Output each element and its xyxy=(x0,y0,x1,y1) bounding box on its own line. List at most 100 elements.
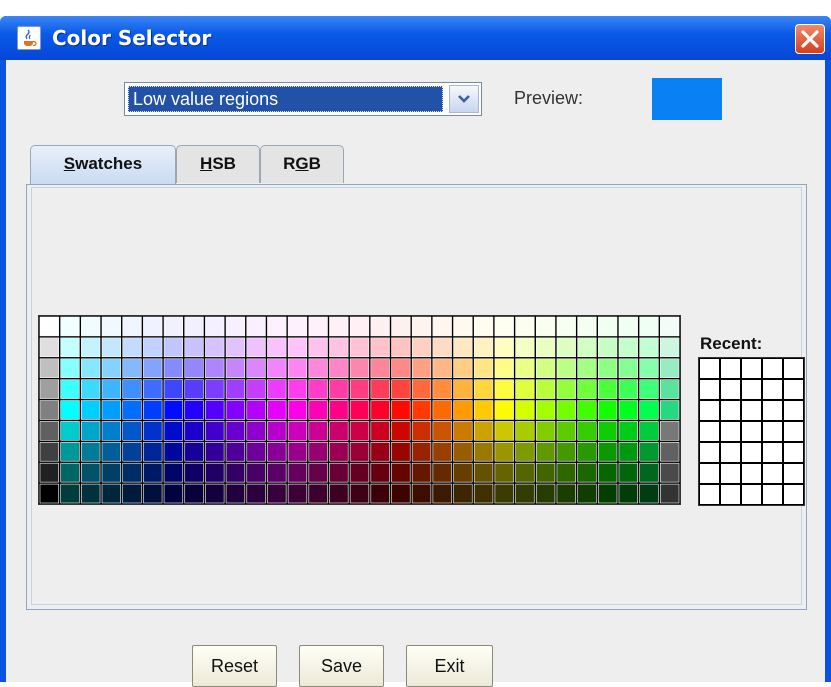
region-select[interactable]: Low value regions xyxy=(124,82,482,116)
swatch-cell[interactable] xyxy=(163,421,184,441)
recent-cell[interactable] xyxy=(700,443,719,462)
swatch-cell[interactable] xyxy=(349,462,370,483)
swatch-cell[interactable] xyxy=(370,358,390,378)
swatch-cell[interactable] xyxy=(308,442,328,462)
swatch-cell[interactable] xyxy=(101,483,122,504)
swatch-cell[interactable] xyxy=(432,462,452,483)
swatch-cell[interactable] xyxy=(101,442,122,462)
recent-cell[interactable] xyxy=(721,380,740,399)
swatch-cell[interactable] xyxy=(432,379,452,399)
dropdown-button[interactable] xyxy=(449,85,479,113)
swatch-cell[interactable] xyxy=(391,316,411,337)
swatch-cell[interactable] xyxy=(143,337,163,358)
swatch-cell[interactable] xyxy=(246,379,266,399)
swatch-cell[interactable] xyxy=(515,462,535,483)
swatch-cell[interactable] xyxy=(515,358,535,378)
swatch-cell[interactable] xyxy=(122,462,142,483)
swatch-cell[interactable] xyxy=(205,483,225,504)
swatch-cell[interactable] xyxy=(60,442,80,462)
swatch-cell[interactable] xyxy=(143,483,163,504)
recent-cell[interactable] xyxy=(700,485,719,504)
swatch-cell[interactable] xyxy=(225,462,246,483)
swatch-cell[interactable] xyxy=(370,337,390,358)
recent-cell[interactable] xyxy=(742,485,761,504)
swatch-cell[interactable] xyxy=(660,400,680,420)
recent-cell[interactable] xyxy=(700,380,719,399)
swatch-cell[interactable] xyxy=(60,337,80,358)
swatch-cell[interactable] xyxy=(577,316,597,337)
recent-cell[interactable] xyxy=(742,359,761,378)
swatch-cell[interactable] xyxy=(81,462,101,483)
swatch-cell[interactable] xyxy=(81,400,101,420)
swatch-cell[interactable] xyxy=(391,421,411,441)
swatch-cell[interactable] xyxy=(618,421,638,441)
swatch-cell[interactable] xyxy=(349,337,370,358)
swatch-cell[interactable] xyxy=(432,442,452,462)
swatch-cell[interactable] xyxy=(287,421,308,441)
swatch-cell[interactable] xyxy=(556,316,576,337)
swatch-cell[interactable] xyxy=(639,316,659,337)
swatch-cell[interactable] xyxy=(494,442,514,462)
swatch-cell[interactable] xyxy=(411,316,432,337)
recent-cell[interactable] xyxy=(721,422,740,441)
swatch-cell[interactable] xyxy=(205,337,225,358)
swatch-cell[interactable] xyxy=(329,337,349,358)
swatch-cell[interactable] xyxy=(473,421,494,441)
swatch-cell[interactable] xyxy=(287,337,308,358)
recent-cell[interactable] xyxy=(763,359,782,378)
swatch-cell[interactable] xyxy=(39,358,59,378)
swatch-cell[interactable] xyxy=(225,442,246,462)
swatch-cell[interactable] xyxy=(60,483,80,504)
swatch-cell[interactable] xyxy=(453,358,473,378)
swatch-cell[interactable] xyxy=(556,421,576,441)
swatch-cell[interactable] xyxy=(494,421,514,441)
swatch-cell[interactable] xyxy=(556,483,576,504)
swatch-cell[interactable] xyxy=(473,400,494,420)
swatch-cell[interactable] xyxy=(453,462,473,483)
swatch-cell[interactable] xyxy=(267,316,287,337)
swatch-cell[interactable] xyxy=(39,400,59,420)
swatch-cell[interactable] xyxy=(432,316,452,337)
swatch-cell[interactable] xyxy=(329,358,349,378)
title-bar[interactable]: Color Selector xyxy=(0,16,831,60)
recent-cell[interactable] xyxy=(763,401,782,420)
swatch-cell[interactable] xyxy=(639,442,659,462)
swatch-cell[interactable] xyxy=(329,442,349,462)
recent-cell[interactable] xyxy=(784,464,803,483)
swatch-cell[interactable] xyxy=(391,337,411,358)
recent-cell[interactable] xyxy=(721,464,740,483)
swatch-cell[interactable] xyxy=(329,421,349,441)
swatch-cell[interactable] xyxy=(60,358,80,378)
recent-cell[interactable] xyxy=(763,443,782,462)
swatch-cell[interactable] xyxy=(287,400,308,420)
swatch-cell[interactable] xyxy=(349,483,370,504)
swatch-cell[interactable] xyxy=(101,379,122,399)
swatch-cell[interactable] xyxy=(184,421,204,441)
swatch-cell[interactable] xyxy=(329,462,349,483)
swatch-cell[interactable] xyxy=(143,421,163,441)
swatch-cell[interactable] xyxy=(515,337,535,358)
swatch-cell[interactable] xyxy=(349,421,370,441)
swatch-cell[interactable] xyxy=(370,379,390,399)
swatch-cell[interactable] xyxy=(535,421,556,441)
swatch-cell[interactable] xyxy=(618,462,638,483)
swatch-cell[interactable] xyxy=(618,337,638,358)
recent-cell[interactable] xyxy=(742,464,761,483)
swatch-cell[interactable] xyxy=(287,442,308,462)
swatch-cell[interactable] xyxy=(597,483,618,504)
save-button[interactable]: Save xyxy=(299,645,384,687)
swatch-cell[interactable] xyxy=(122,421,142,441)
swatch-cell[interactable] xyxy=(494,462,514,483)
swatch-cell[interactable] xyxy=(535,358,556,378)
swatch-cell[interactable] xyxy=(349,379,370,399)
swatch-cell[interactable] xyxy=(101,316,122,337)
swatch-cell[interactable] xyxy=(391,462,411,483)
swatch-cell[interactable] xyxy=(267,462,287,483)
swatch-cell[interactable] xyxy=(308,400,328,420)
swatch-cell[interactable] xyxy=(535,400,556,420)
tab-rgb[interactable]: RGB xyxy=(260,145,344,183)
swatch-cell[interactable] xyxy=(81,337,101,358)
swatch-cell[interactable] xyxy=(639,462,659,483)
swatch-cell[interactable] xyxy=(101,462,122,483)
swatch-cell[interactable] xyxy=(205,462,225,483)
